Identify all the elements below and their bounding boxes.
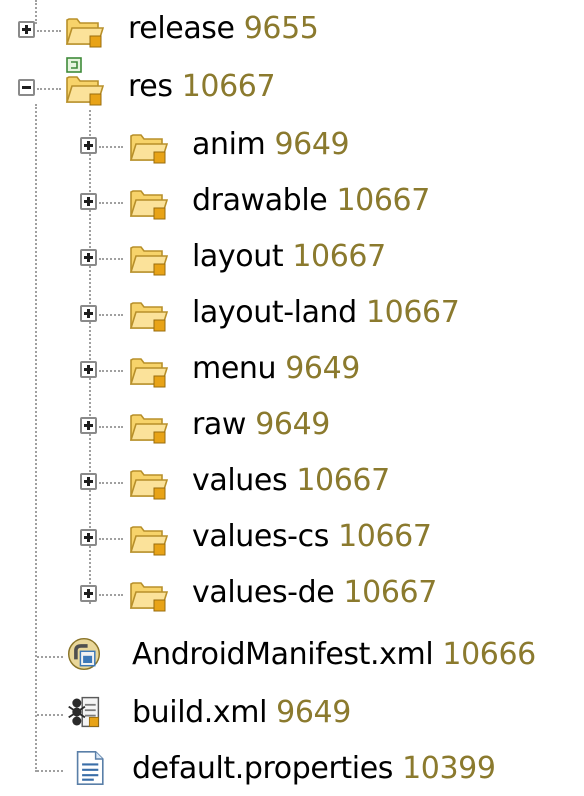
expand-plus-icon[interactable]: [18, 21, 35, 38]
tree-item-drawable[interactable]: drawable 10667: [0, 176, 584, 228]
tree-item-label: build.xml 9649: [132, 694, 351, 732]
item-name: AndroidManifest.xml: [132, 637, 434, 672]
item-revision: 9655: [243, 11, 319, 46]
tree-item-anim[interactable]: anim 9649: [0, 120, 584, 172]
tree-item-label: res 10667: [128, 68, 276, 106]
tree-item-label: layout 10667: [192, 238, 386, 276]
expand-plus-icon[interactable]: [80, 193, 97, 210]
item-revision: 10667: [292, 239, 386, 274]
tree-item-label: values 10667: [192, 462, 390, 500]
folder-icon: [129, 526, 168, 556]
tree-item-android-manifest[interactable]: AndroidManifest.xml 10666: [0, 630, 584, 682]
tree-item-label: menu 9649: [192, 350, 360, 388]
folder-modified-icon: [65, 57, 104, 106]
folder-icon: [129, 190, 168, 220]
expand-plus-icon[interactable]: [80, 417, 97, 434]
tree-item-values-cs[interactable]: values-cs 10667: [0, 512, 584, 564]
tree-item-build-xml[interactable]: build.xml 9649: [0, 688, 584, 740]
item-name: res: [128, 69, 173, 104]
item-name: release: [128, 11, 235, 46]
item-name: raw: [192, 407, 247, 442]
item-revision: 10399: [402, 751, 496, 786]
tree-item-label: layout-land 10667: [192, 294, 460, 332]
item-revision: 9649: [285, 351, 360, 386]
item-name: values: [192, 463, 288, 498]
item-revision: 9649: [276, 695, 351, 730]
tree-item-layout[interactable]: layout 10667: [0, 232, 584, 284]
tree-item-label: AndroidManifest.xml 10666: [132, 636, 536, 674]
tree-connector: [99, 538, 123, 540]
tree-connector: [99, 146, 123, 148]
project-explorer-tree: release 9655 res 10667 anim 9649 drawabl…: [0, 0, 584, 787]
tree-item-label: values-de 10667: [192, 574, 437, 612]
expand-plus-icon[interactable]: [80, 249, 97, 266]
item-revision: 9649: [274, 127, 350, 162]
tree-item-values-de[interactable]: values-de 10667: [0, 568, 584, 620]
expand-plus-icon[interactable]: [80, 305, 97, 322]
item-revision: 10667: [338, 519, 432, 554]
expand-plus-icon[interactable]: [80, 137, 97, 154]
ant-build-file-icon: [68, 696, 100, 728]
android-manifest-icon: [67, 637, 101, 671]
tree-connector: [99, 370, 123, 372]
tree-item-label: values-cs 10667: [192, 518, 432, 556]
tree-connector: [37, 770, 63, 772]
item-name: menu: [192, 351, 277, 386]
item-revision: 10667: [181, 69, 276, 104]
item-name: build.xml: [132, 695, 268, 730]
item-name: values-cs: [192, 519, 329, 554]
folder-icon: [129, 302, 168, 332]
tree-item-label: drawable 10667: [192, 182, 430, 220]
tree-connector: [37, 30, 61, 32]
expand-plus-icon[interactable]: [80, 529, 97, 546]
collapse-minus-icon[interactable]: [18, 79, 35, 96]
tree-item-label: anim 9649: [192, 126, 350, 164]
tree-connector: [99, 202, 123, 204]
tree-connector: [99, 314, 123, 316]
tree-item-menu[interactable]: menu 9649: [0, 344, 584, 396]
item-name: drawable: [192, 183, 328, 218]
tree-connector: [37, 714, 63, 716]
item-revision: 10667: [296, 463, 390, 498]
tree-connector: [99, 426, 123, 428]
item-revision: 10666: [442, 637, 536, 672]
expand-plus-icon[interactable]: [80, 361, 97, 378]
tree-item-label: raw 9649: [192, 406, 330, 444]
tree-item-res[interactable]: res 10667: [0, 57, 584, 114]
item-revision: 10667: [336, 183, 430, 218]
folder-icon: [129, 582, 168, 612]
tree-item-values[interactable]: values 10667: [0, 456, 584, 508]
tree-connector: [99, 594, 123, 596]
tree-item-release[interactable]: release 9655: [0, 4, 584, 56]
tree-item-layout-land[interactable]: layout-land 10667: [0, 288, 584, 340]
tree-item-raw[interactable]: raw 9649: [0, 400, 584, 452]
tree-item-label: default.properties 10399: [132, 750, 496, 788]
expand-plus-icon[interactable]: [80, 585, 97, 602]
item-revision: 10667: [343, 575, 437, 610]
tree-item-label: release 9655: [128, 10, 319, 48]
item-name: values-de: [192, 575, 335, 610]
folder-icon: [129, 134, 168, 164]
item-name: layout: [192, 239, 284, 274]
item-name: layout-land: [192, 295, 357, 330]
item-name: anim: [192, 127, 266, 162]
tree-connector: [99, 482, 123, 484]
tree-connector: [37, 88, 61, 90]
folder-icon: [129, 414, 168, 444]
properties-file-icon: [76, 750, 104, 786]
tree-connector: [99, 258, 123, 260]
folder-icon: [129, 470, 168, 500]
folder-icon: [129, 246, 168, 276]
expand-plus-icon[interactable]: [80, 473, 97, 490]
item-revision: 9649: [255, 407, 330, 442]
tree-connector: [37, 656, 63, 658]
item-name: default.properties: [132, 751, 393, 786]
tree-item-default-properties[interactable]: default.properties 10399: [0, 744, 584, 796]
folder-icon: [129, 358, 168, 388]
folder-icon: [65, 18, 104, 48]
item-revision: 10667: [365, 295, 460, 330]
